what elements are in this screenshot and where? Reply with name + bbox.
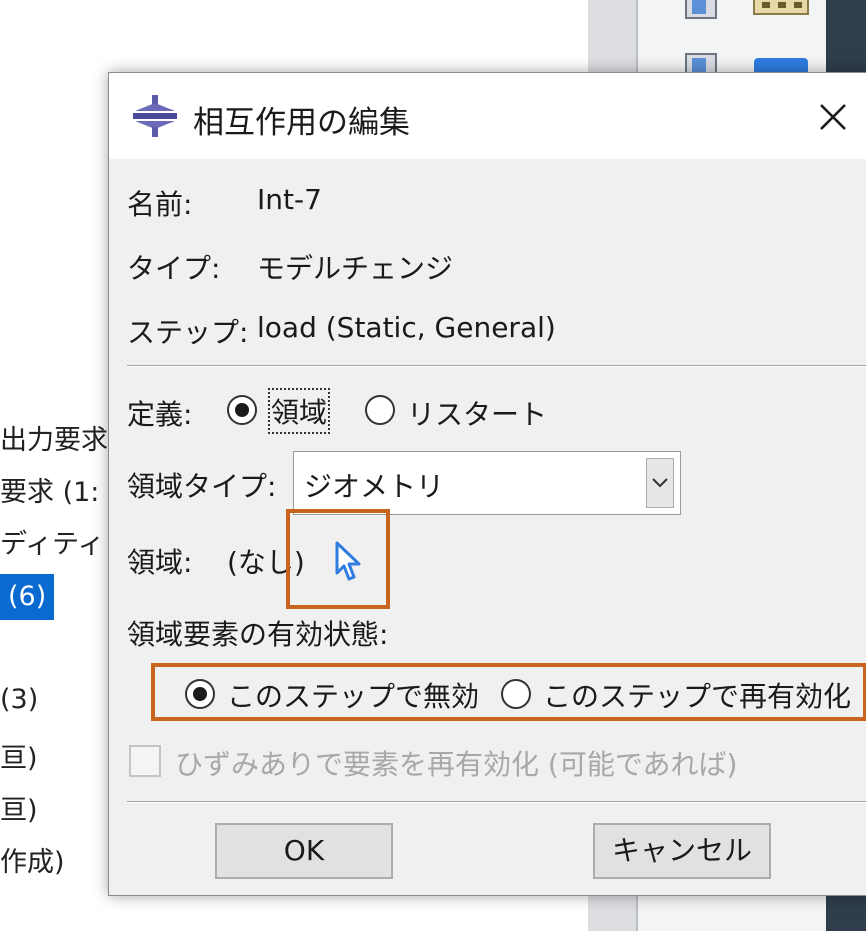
cancel-button[interactable]: キャンセル — [593, 823, 771, 879]
mesh-tool-icon[interactable] — [682, 0, 722, 22]
definition-restart-radio[interactable] — [365, 395, 395, 425]
deactivate-radio[interactable] — [185, 679, 215, 709]
ok-button[interactable]: OK — [215, 823, 393, 879]
reactivate-radio[interactable] — [501, 679, 531, 709]
step-label: ステップ: — [127, 316, 249, 349]
definition-region-label[interactable]: 領域 — [267, 388, 331, 434]
dropdown-button[interactable] — [646, 458, 674, 508]
title-bar[interactable]: 相互作用の編集 — [109, 73, 866, 159]
dialog-title: 相互作用の編集 — [193, 105, 410, 141]
chevron-down-icon — [652, 478, 668, 488]
type-value: モデルチェンジ — [257, 252, 454, 285]
definition-label: 定義: — [127, 398, 193, 431]
reactivate-with-strain-checkbox[interactable] — [129, 745, 161, 777]
reactivate-with-strain-label: ひずみありで要素を再有効化 (可能であれば) — [175, 748, 738, 781]
close-icon[interactable] — [809, 93, 857, 141]
part-tool-icon[interactable] — [752, 0, 812, 18]
tree-item[interactable]: 出力要求 — [0, 418, 108, 457]
type-label: タイプ: — [127, 252, 221, 285]
definition-region-radio[interactable] — [227, 395, 257, 425]
region-type-label: 領域タイプ: — [127, 470, 277, 503]
annotation-highlight-pick — [286, 509, 390, 609]
name-label: 名前: — [127, 188, 193, 221]
interaction-icon — [133, 95, 177, 137]
reactivate-label[interactable]: このステップで再有効化 — [543, 675, 851, 715]
region-label: 領域: — [127, 546, 193, 579]
edit-interaction-dialog: 相互作用の編集 名前: Int-7 タイプ: モデルチェンジ ステップ: loa… — [108, 72, 866, 896]
name-value: Int-7 — [257, 183, 322, 216]
tree-item[interactable]: 亘) — [0, 736, 38, 775]
deactivate-label[interactable]: このステップで無効 — [227, 675, 479, 715]
activation-label: 領域要素の有効状態: — [127, 618, 389, 651]
tree-item[interactable]: (3) — [0, 684, 38, 715]
tree-item[interactable]: 要求 (1: — [0, 470, 99, 509]
tree-item-selected[interactable]: (6) — [0, 574, 55, 620]
definition-restart-label[interactable]: リスタート — [407, 393, 547, 433]
region-type-select[interactable]: ジオメトリ — [293, 451, 681, 515]
tree-item[interactable]: 作成) — [0, 840, 65, 879]
separator — [127, 801, 866, 803]
step-value: load (Static, General) — [257, 311, 556, 344]
region-type-value: ジオメトリ — [304, 470, 445, 503]
tree-item[interactable]: 亘) — [0, 788, 38, 827]
separator — [127, 365, 866, 367]
